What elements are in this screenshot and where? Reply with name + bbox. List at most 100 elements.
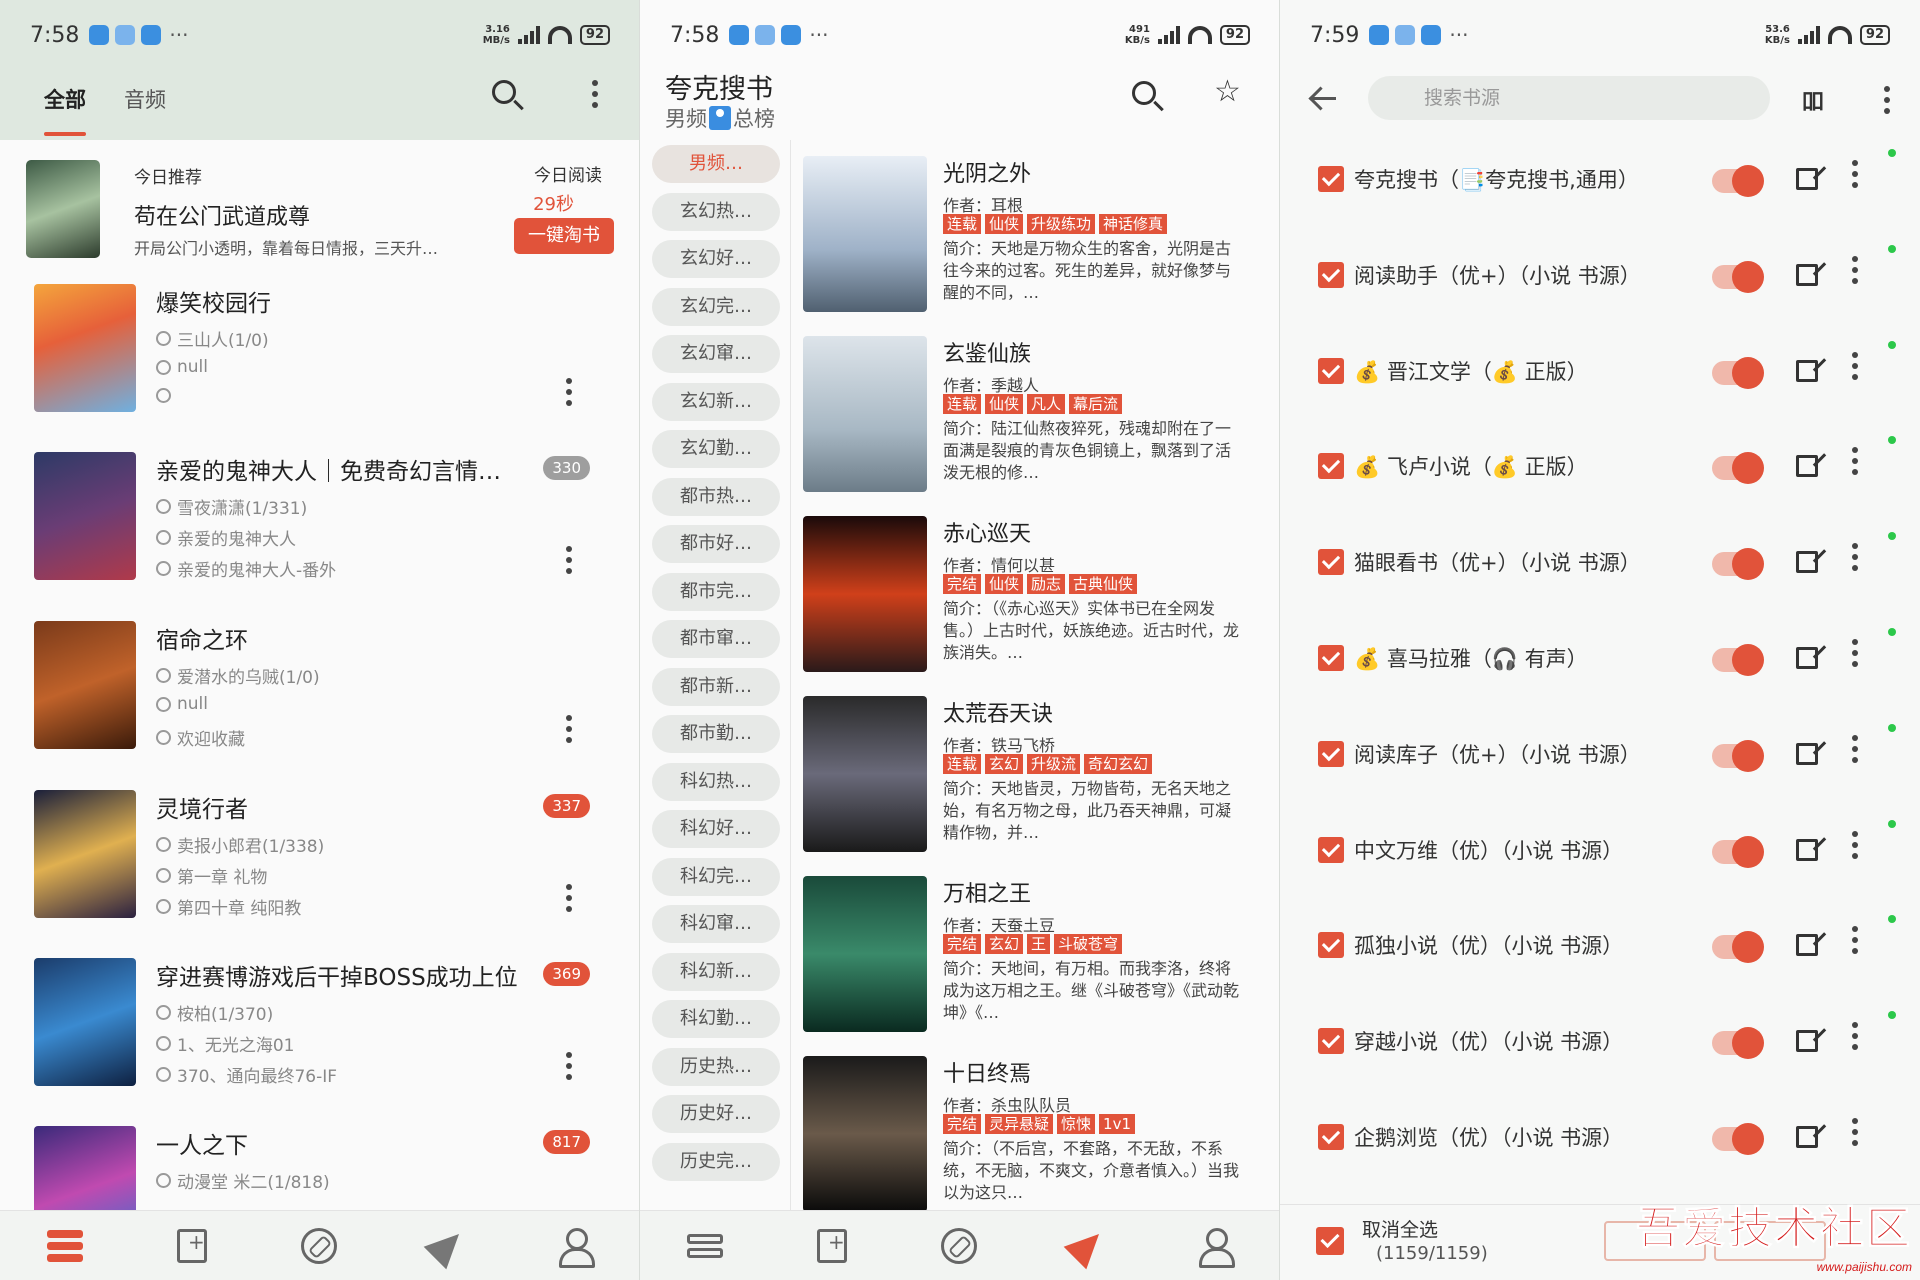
source-more-icon[interactable]	[1852, 638, 1858, 667]
shelf-book-item[interactable]: 穿进赛博游戏后干掉BOSS成功上位 桉柏(1/370) 1、无光之海01 370、通向…	[30, 954, 610, 1092]
source-enable-toggle[interactable]	[1712, 548, 1764, 581]
deselect-all-label[interactable]: 取消全选	[1362, 1215, 1438, 1242]
rss-nav-icon[interactable]	[423, 1222, 471, 1269]
category-chip[interactable]: 玄幻新…	[652, 382, 780, 421]
category-chip[interactable]: 玄幻好…	[652, 240, 780, 278]
profile-nav-icon[interactable]	[557, 1227, 595, 1268]
back-arrow-icon[interactable]	[1310, 84, 1340, 114]
category-chip[interactable]: 科幻勤…	[652, 1000, 780, 1038]
book-source-item[interactable]: 企鹅浏览（优）（小说 书源）	[1280, 1094, 1920, 1190]
edit-icon[interactable]	[1796, 646, 1818, 669]
discover-nav-icon[interactable]	[941, 1227, 977, 1264]
book-more-icon[interactable]	[566, 546, 572, 574]
source-more-icon[interactable]	[1852, 351, 1858, 380]
search-icon[interactable]	[1130, 79, 1164, 113]
category-chip[interactable]: 科幻窜…	[652, 905, 780, 943]
source-checkbox[interactable]	[1318, 357, 1344, 384]
book-list-item[interactable]: 万相之王 作者：天蚕土豆 完结 玄幻王斗破苍穹 简介：天地间，有万相。而我李洛，终将成为…	[803, 870, 1273, 1050]
bookshelf-nav-icon[interactable]	[687, 1228, 723, 1264]
category-chip[interactable]: 科幻新…	[652, 952, 780, 991]
tab-all[interactable]: 全部	[44, 84, 86, 136]
group-icon[interactable]: 吅	[1802, 84, 1824, 116]
book-more-icon[interactable]	[566, 884, 572, 912]
edit-icon[interactable]	[1796, 1030, 1818, 1053]
edit-icon[interactable]	[1796, 742, 1818, 765]
book-list-item[interactable]: 光阴之外 作者：耳根 连载 仙侠 升级练功 神话修真 简介：天地是万物众生的客舍，光阴是古往…	[803, 150, 1273, 330]
book-source-item[interactable]: 中文万维（优）（小说 书源）	[1280, 807, 1920, 903]
search-input[interactable]: 搜索书源	[1368, 76, 1770, 120]
category-chip[interactable]: 历史完…	[652, 1142, 780, 1181]
tab-audio[interactable]: 音频	[124, 84, 166, 114]
profile-nav-icon[interactable]	[1197, 1227, 1235, 1268]
source-checkbox[interactable]	[1318, 740, 1344, 767]
book-list-item[interactable]: 十日终焉 作者：杀虫队队员 完结 灵异悬疑 惊悚 1v1 简介：（不后宫，不套路，不无敌，不…	[803, 1050, 1273, 1230]
source-checkbox[interactable]	[1318, 166, 1344, 192]
edit-icon[interactable]	[1796, 168, 1818, 190]
bookmark-add-nav-icon[interactable]	[177, 1228, 207, 1263]
source-more-icon[interactable]	[1852, 255, 1858, 284]
bookshelf-nav-icon[interactable]	[47, 1228, 83, 1264]
shelf-book-item[interactable]: 灵境行者 卖报小郎君(1/338) 第一章 礼物 第四十章 纯阳教 337	[30, 786, 610, 924]
category-chip[interactable]: 都市新…	[652, 667, 780, 706]
today-recommend-card[interactable]: 今日推荐 苟在公门武道成尊 开局公门小透明，靠着每日情报，三天升… 今日阅读 2…	[26, 155, 614, 265]
source-enable-toggle[interactable]	[1712, 739, 1764, 772]
category-chip[interactable]: 历史好…	[652, 1095, 780, 1133]
edit-icon[interactable]	[1796, 838, 1818, 861]
book-more-icon[interactable]	[566, 378, 572, 406]
book-more-icon[interactable]	[566, 1052, 572, 1080]
book-list-item[interactable]: 玄鉴仙族 作者：季越人 连载 仙侠 凡人 幕后流 简介：陆江仙熬夜猝死，残魂却附在了一面满是…	[803, 330, 1273, 510]
source-checkbox[interactable]	[1318, 549, 1344, 576]
category-chip[interactable]: 玄幻勤…	[652, 430, 780, 468]
source-checkbox[interactable]	[1318, 261, 1344, 288]
source-checkbox[interactable]	[1318, 1123, 1344, 1150]
source-more-icon[interactable]	[1852, 160, 1858, 188]
edit-icon[interactable]	[1796, 934, 1818, 957]
category-chip[interactable]: 都市好…	[652, 525, 780, 563]
book-list-item[interactable]: 太荒吞天诀 作者：铁马飞桥 连载 玄幻 升级流 奇幻玄幻 简介：天地皆灵，万物皆苟，无名天地…	[803, 690, 1273, 870]
source-checkbox[interactable]	[1318, 453, 1344, 480]
category-chip[interactable]: 科幻热…	[652, 762, 780, 801]
book-list-item[interactable]: 赤心巡天 作者：情何以甚 完结 仙侠 励志 古典仙侠 简介：（《赤心巡天》实体书已在全网发售…	[803, 510, 1273, 690]
category-chip[interactable]: 都市勤…	[652, 715, 780, 753]
category-chip[interactable]: 玄幻窜…	[652, 335, 780, 373]
book-source-item[interactable]: 夸克搜书（📑夸克搜书,通用）	[1280, 136, 1920, 232]
source-checkbox[interactable]	[1318, 1028, 1344, 1055]
book-source-item[interactable]: 阅读助手（优+）（小说 书源）	[1280, 232, 1920, 328]
category-chip[interactable]: 玄幻完…	[652, 287, 780, 326]
category-chip[interactable]: 玄幻热…	[652, 192, 780, 231]
source-more-icon[interactable]	[1852, 926, 1858, 955]
source-enable-toggle[interactable]	[1712, 835, 1764, 868]
category-chip[interactable]: 男频…	[652, 145, 780, 183]
source-checkbox[interactable]	[1318, 932, 1344, 959]
category-chip[interactable]: 历史热…	[652, 1047, 780, 1086]
book-source-item[interactable]: 💰 晋江文学（💰 正版）	[1280, 328, 1920, 424]
source-more-icon[interactable]	[1852, 734, 1858, 763]
source-more-icon[interactable]	[1852, 447, 1858, 476]
book-source-item[interactable]: 💰 飞卢小说（💰 正版）	[1280, 423, 1920, 519]
source-more-icon[interactable]	[1852, 830, 1858, 859]
edit-icon[interactable]	[1796, 1125, 1818, 1148]
one-click-find-book-button[interactable]: 一键淘书	[514, 218, 614, 254]
source-enable-toggle[interactable]	[1712, 1027, 1764, 1060]
category-chip[interactable]: 科幻完…	[652, 857, 780, 896]
star-icon[interactable]: ☆	[1214, 77, 1244, 107]
source-checkbox[interactable]	[1318, 836, 1344, 863]
source-more-icon[interactable]	[1852, 1022, 1858, 1051]
book-source-item[interactable]: 孤独小说（优）（小说 书源）	[1280, 902, 1920, 998]
edit-icon[interactable]	[1796, 551, 1818, 574]
more-menu-icon[interactable]	[1884, 86, 1890, 114]
book-source-item[interactable]: 阅读库子（优+）（小说 书源）	[1280, 711, 1920, 807]
edit-icon[interactable]	[1796, 263, 1818, 286]
category-chip[interactable]: 都市完…	[652, 572, 780, 611]
category-chip[interactable]: 都市热…	[652, 477, 780, 516]
category-chip[interactable]: 都市窜…	[652, 620, 780, 658]
select-all-checkbox[interactable]	[1316, 1227, 1344, 1255]
source-enable-toggle[interactable]	[1712, 260, 1764, 293]
category-chip[interactable]: 科幻好…	[652, 810, 780, 848]
source-more-icon[interactable]	[1852, 543, 1858, 572]
book-more-icon[interactable]	[566, 715, 572, 743]
book-source-item[interactable]: 穿越小说（优）（小说 书源）	[1280, 998, 1920, 1094]
source-enable-toggle[interactable]	[1712, 643, 1764, 676]
source-enable-toggle[interactable]	[1712, 165, 1764, 197]
edit-icon[interactable]	[1796, 455, 1818, 478]
